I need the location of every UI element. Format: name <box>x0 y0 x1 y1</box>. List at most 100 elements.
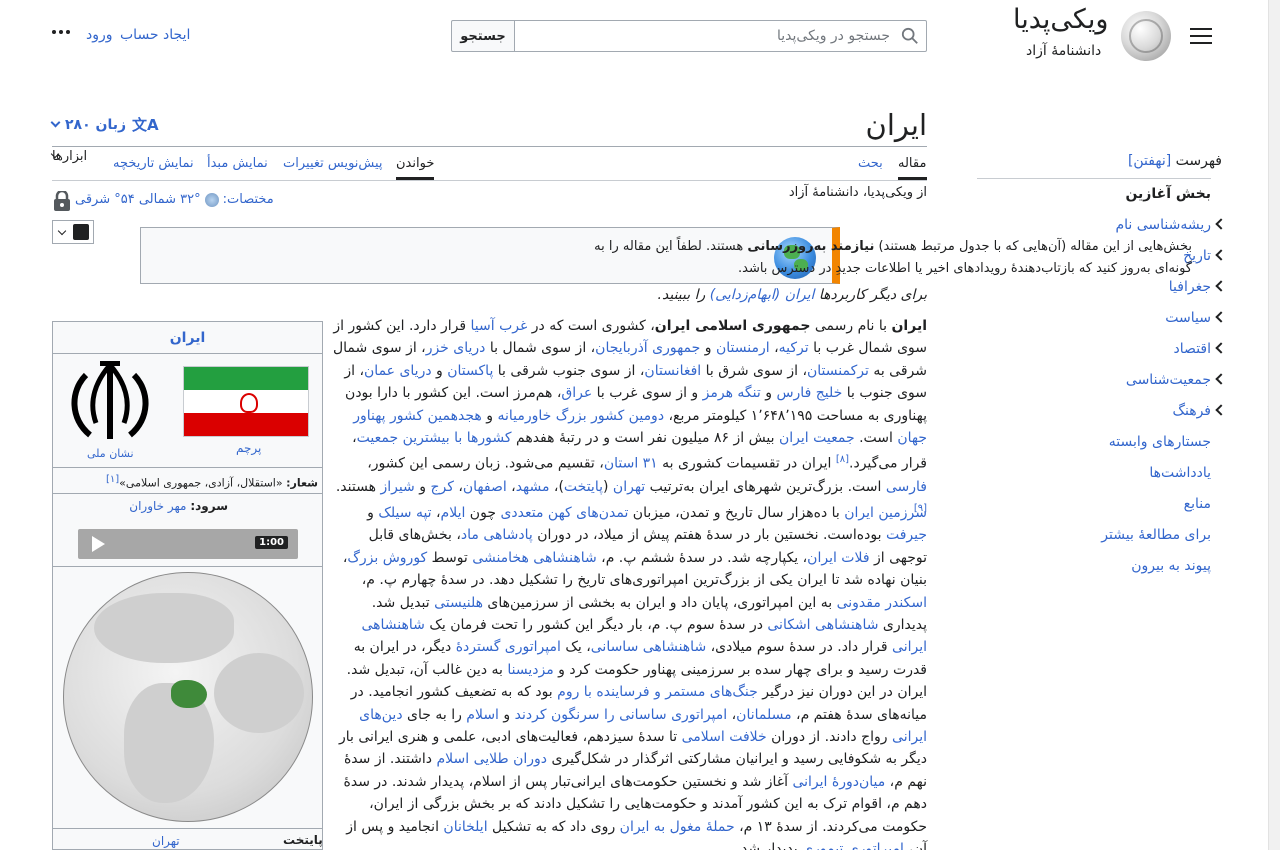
link[interactable]: فلات ایران <box>807 550 869 566</box>
link[interactable]: شاهنشاهی هخامنشی <box>472 550 596 566</box>
link[interactable]: کوروش بزرگ <box>347 550 427 566</box>
tab-article[interactable]: مقاله <box>898 156 926 171</box>
toc-item-intro[interactable]: بخش آغازین <box>1125 186 1211 202</box>
toc-item-politics[interactable]: سیاست <box>1165 310 1211 326</box>
flag-image[interactable] <box>183 366 309 437</box>
link[interactable]: کرج <box>430 479 453 495</box>
link[interactable]: امپراتوری ساسانی را سرنگون کردند <box>515 707 728 723</box>
toc-item-demographics[interactable]: جمعیت‌شناسی <box>1126 372 1211 388</box>
toc-item-external-links[interactable]: پیوند به بیرون <box>1131 558 1211 574</box>
globe-icon[interactable] <box>204 192 219 207</box>
tab-edit-preview[interactable]: پیش‌نویس تغییرات <box>283 156 383 171</box>
chevron-icon[interactable] <box>1215 280 1227 292</box>
search-button[interactable]: جستجو <box>451 20 515 52</box>
tab-talk[interactable]: بحث <box>858 156 883 171</box>
tab-read[interactable]: خواندن <box>396 156 434 171</box>
link[interactable]: جمهوری آذربایجان <box>595 340 700 356</box>
ref[interactable]: [۸] <box>836 454 849 465</box>
link[interactable]: ترکمنستان <box>807 363 869 379</box>
create-account-link[interactable]: ایجاد حساب <box>120 27 190 43</box>
chevron-icon[interactable] <box>1215 311 1227 323</box>
scrollbar[interactable] <box>1268 0 1280 850</box>
login-link[interactable]: ورود <box>86 27 113 43</box>
link[interactable]: تمدن‌های کهن متعددی <box>500 505 628 521</box>
toc-item-culture[interactable]: فرهنگ <box>1172 403 1211 419</box>
link[interactable]: مزدیسنا <box>507 662 553 678</box>
link[interactable]: ایلخانان <box>443 819 487 835</box>
toc-item-notes[interactable]: یادداشت‌ها <box>1149 465 1211 481</box>
more-options-icon[interactable] <box>52 30 70 34</box>
link[interactable]: ارمنستان <box>716 340 770 356</box>
wikipedia-logo-icon[interactable] <box>1121 11 1171 61</box>
link[interactable]: خلیج فارس <box>776 385 842 401</box>
link[interactable]: دوران طلایی اسلام <box>436 751 547 767</box>
link[interactable]: جنگ‌های مستمر و فرساینده با روم <box>557 684 758 700</box>
location-map[interactable] <box>63 572 313 822</box>
link[interactable]: ایلام <box>441 505 466 521</box>
link[interactable]: خلافت اسلامی <box>682 729 767 745</box>
link[interactable]: میان‌دورهٔ ایرانی <box>792 774 885 790</box>
link[interactable]: حملهٔ مغول به ایران <box>620 819 735 835</box>
toc-item-geography[interactable]: جغرافیا <box>1169 279 1211 295</box>
toc-item-etymology[interactable]: ریشه‌شناسی نام <box>1115 217 1211 233</box>
link[interactable]: اسلام <box>466 707 499 723</box>
link[interactable]: جمعیت ایران <box>779 430 855 446</box>
link[interactable]: تپه سیلک <box>378 505 431 521</box>
chevron-icon[interactable] <box>1215 218 1227 230</box>
chevron-icon[interactable] <box>1215 373 1227 385</box>
link[interactable]: هلنیستی <box>434 595 483 611</box>
link[interactable]: شیراز <box>380 479 414 495</box>
link[interactable]: شاهنشاهی ساسانی <box>591 639 706 655</box>
link[interactable]: پایتخت <box>564 479 603 495</box>
motto-ref[interactable]: [۱] <box>106 474 119 485</box>
toc-hide-link[interactable]: [نهفتن] <box>1128 153 1171 169</box>
link[interactable]: کشورها با بیشترین جمعیت <box>357 430 512 446</box>
disambiguation-link[interactable]: ایران (ابهام‌زدایی) <box>710 287 815 303</box>
link[interactable]: دریای عمان <box>364 363 432 379</box>
toc-item-references[interactable]: منابع <box>1184 496 1211 512</box>
site-name[interactable]: ویکی‌پدیا <box>1013 4 1108 35</box>
toc-item-further-reading[interactable]: برای مطالعهٔ بیشتر <box>1101 527 1211 543</box>
link[interactable]: مشهد <box>516 479 550 495</box>
anthem-link[interactable]: مهر خاوران <box>129 499 186 513</box>
coords-value[interactable]: ۳۲° شمالی ۵۴° شرقی <box>75 192 201 207</box>
link[interactable]: افغانستان <box>644 363 701 379</box>
infobox-title[interactable]: ایران <box>52 330 323 346</box>
search-tools-dropdown[interactable] <box>52 220 94 244</box>
toc-item-see-also[interactable]: جستارهای وابسته <box>1109 434 1211 450</box>
link[interactable]: ۳۱ استان <box>604 456 658 472</box>
audio-player[interactable]: 1:00 <box>78 529 298 559</box>
emblem-caption[interactable]: نشان ملی <box>87 447 134 460</box>
link[interactable]: ترکیه <box>779 340 809 356</box>
link[interactable]: دریای خزر <box>426 340 486 356</box>
link[interactable]: امپراتوری تیموری <box>802 841 904 850</box>
link[interactable]: سرزمین ایران <box>844 505 927 521</box>
link[interactable]: عراق <box>561 385 592 401</box>
chevron-icon[interactable] <box>1215 404 1227 416</box>
capital-link[interactable]: تهران <box>152 834 180 848</box>
link[interactable]: مسلمانان <box>736 707 791 723</box>
emblem-image[interactable] <box>66 361 154 443</box>
link[interactable]: جیرفت <box>886 527 927 543</box>
link[interactable]: غرب آسیا <box>471 318 528 334</box>
link[interactable]: امپراتوری گستردهٔ <box>456 639 561 655</box>
link[interactable]: تنگه هرمز <box>703 385 761 401</box>
link[interactable]: اسکندر مقدونی <box>837 595 927 611</box>
chevron-icon[interactable] <box>1215 249 1227 261</box>
link[interactable]: شاهنشاهی اشکانی <box>767 617 878 633</box>
search-input[interactable] <box>514 20 927 52</box>
tab-history[interactable]: نمایش تاریخچه <box>113 156 194 171</box>
link[interactable]: اصفهان <box>463 479 507 495</box>
toc-item-economy[interactable]: اقتصاد <box>1174 341 1211 357</box>
tab-view-source[interactable]: نمایش مبدأ <box>207 156 268 171</box>
lock-icon[interactable] <box>53 191 71 211</box>
link[interactable]: پاکستان <box>447 363 493 379</box>
link[interactable]: دومین کشور بزرگ خاورمیانه <box>497 408 664 424</box>
link[interactable]: فارسی <box>886 479 927 495</box>
play-icon[interactable] <box>92 536 105 552</box>
flag-caption[interactable]: پرچم <box>236 441 261 455</box>
language-selector[interactable]: ۲۸۰ زبان 文A <box>50 114 159 135</box>
chevron-icon[interactable] <box>1215 342 1227 354</box>
main-menu-button[interactable] <box>1190 28 1212 44</box>
link[interactable]: پادشاهی ماد <box>461 527 533 543</box>
